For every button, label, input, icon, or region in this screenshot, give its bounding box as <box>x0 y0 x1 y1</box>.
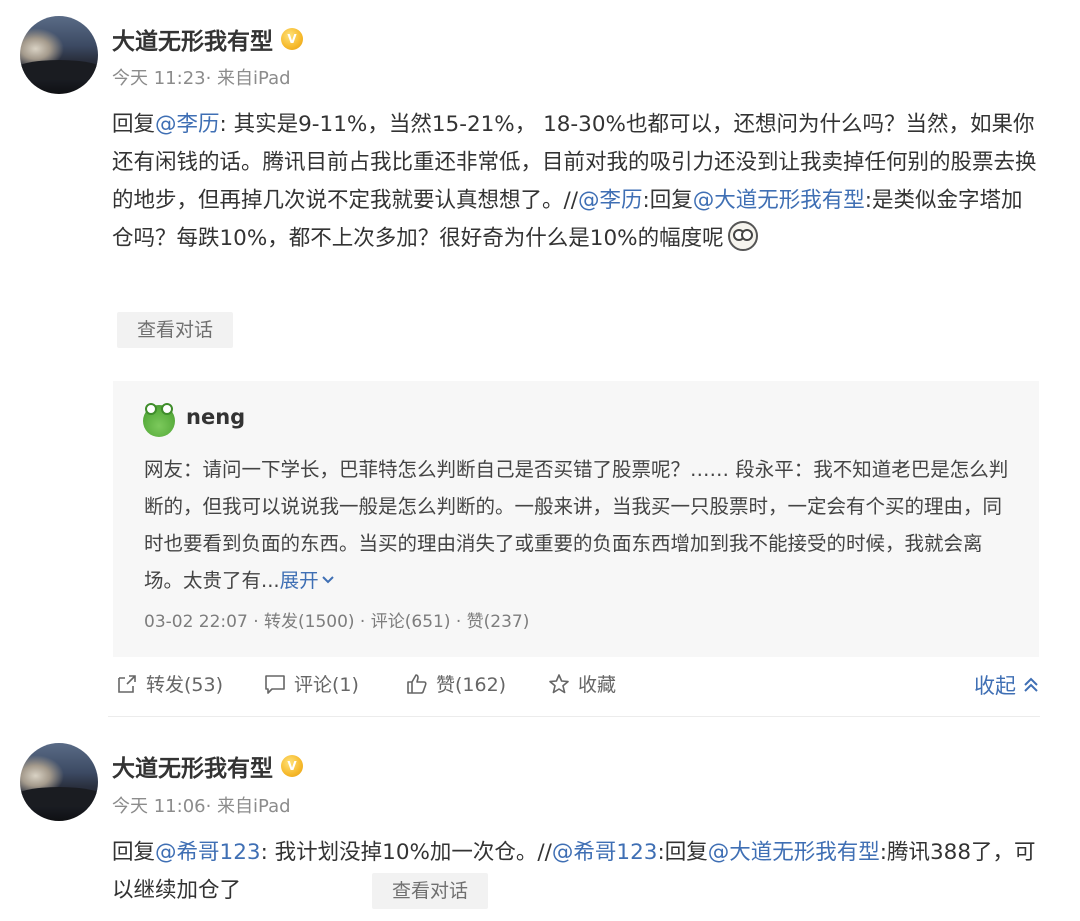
comment-button[interactable]: 评论(1) <box>264 670 359 697</box>
content-text: : 我计划没掉10%加一次仓。// <box>260 840 552 865</box>
like-button[interactable]: 赞(162) <box>406 670 506 697</box>
collapse-label[interactable]: 收起 <box>974 670 1016 700</box>
post-meta: 今天 11:23· 来自iPad <box>112 68 291 89</box>
chevron-up-icon <box>1024 677 1038 692</box>
author-name[interactable]: 大道无形我有型 V <box>112 22 303 56</box>
star-icon <box>549 673 569 693</box>
expand-link[interactable]: 展开 <box>280 569 335 592</box>
reply-prefix: 回复 <box>112 112 156 137</box>
expand-label[interactable]: 展开 <box>280 569 319 592</box>
repost-text-body: 网友：请问一下学长，巴菲特怎么判断自己是否买错了股票呢？…… 段永平：我不知道老… <box>144 458 1009 592</box>
repost-meta: 03-02 22:07 · 转发(1500) · 评论(651) · 赞(237… <box>144 612 530 632</box>
avatar[interactable] <box>20 743 98 821</box>
mention-link[interactable]: @希哥123 <box>552 840 658 865</box>
content-text: :回复 <box>657 840 708 865</box>
view-conversation-button[interactable]: 查看对话 <box>117 312 233 348</box>
collapse-button[interactable]: 收起 <box>974 670 1040 700</box>
comment-label[interactable]: 评论(1) <box>294 670 359 697</box>
forward-label[interactable]: 转发(53) <box>146 670 223 697</box>
author-name-text[interactable]: 大道无形我有型 <box>112 749 273 783</box>
repost-text: 网友：请问一下学长，巴菲特怎么判断自己是否买错了股票呢？…… 段永平：我不知道老… <box>144 451 1014 599</box>
vip-badge-icon: V <box>281 28 303 50</box>
repost-card[interactable]: neng 网友：请问一下学长，巴菲特怎么判断自己是否买错了股票呢？…… 段永平：… <box>113 381 1039 657</box>
comment-icon <box>265 674 285 694</box>
post-meta: 今天 11:06· 来自iPad <box>112 796 291 817</box>
vip-badge-icon: V <box>281 755 303 777</box>
thumbs-up-icon <box>407 673 427 694</box>
author-name[interactable]: 大道无形我有型 V <box>112 749 303 783</box>
mention-link[interactable]: @大道无形我有型 <box>708 840 880 865</box>
mention-link[interactable]: @李历 <box>155 112 220 137</box>
avatar[interactable] <box>20 16 98 94</box>
favorite-button[interactable]: 收藏 <box>548 670 616 697</box>
post-2: 大道无形我有型 V 今天 11:06· 来自iPad 回复@希哥123: 我计划… <box>0 717 1080 921</box>
author-name-text[interactable]: 大道无形我有型 <box>112 22 273 56</box>
mention-link[interactable]: @希哥123 <box>155 840 261 865</box>
post-1: 大道无形我有型 V 今天 11:23· 来自iPad 回复@李历: 其实是9-1… <box>0 0 1080 716</box>
content-text: :回复 <box>642 188 693 213</box>
forward-button[interactable]: 转发(53) <box>116 670 223 697</box>
favorite-label[interactable]: 收藏 <box>578 670 616 697</box>
post-content: 回复@李历: 其实是9-11%，当然15-21%， 18-30%也都可以，还想问… <box>112 106 1042 258</box>
reply-prefix: 回复 <box>112 840 156 865</box>
share-icon <box>118 674 136 693</box>
frog-avatar-icon[interactable] <box>143 403 175 437</box>
view-conversation-button[interactable]: 查看对话 <box>372 873 488 909</box>
like-label[interactable]: 赞(162) <box>436 670 506 697</box>
thinking-emoji-icon <box>727 221 758 251</box>
repost-author[interactable]: neng <box>186 405 245 429</box>
chevron-down-icon <box>321 576 334 584</box>
mention-link[interactable]: @大道无形我有型 <box>693 188 865 213</box>
action-bar: 转发(53) 评论(1) 赞(162) 收藏 收起 <box>116 670 1040 704</box>
mention-link[interactable]: @李历 <box>578 188 643 213</box>
post-content: 回复@希哥123: 我计划没掉10%加一次仓。//@希哥123:回复@大道无形我… <box>112 834 1042 910</box>
